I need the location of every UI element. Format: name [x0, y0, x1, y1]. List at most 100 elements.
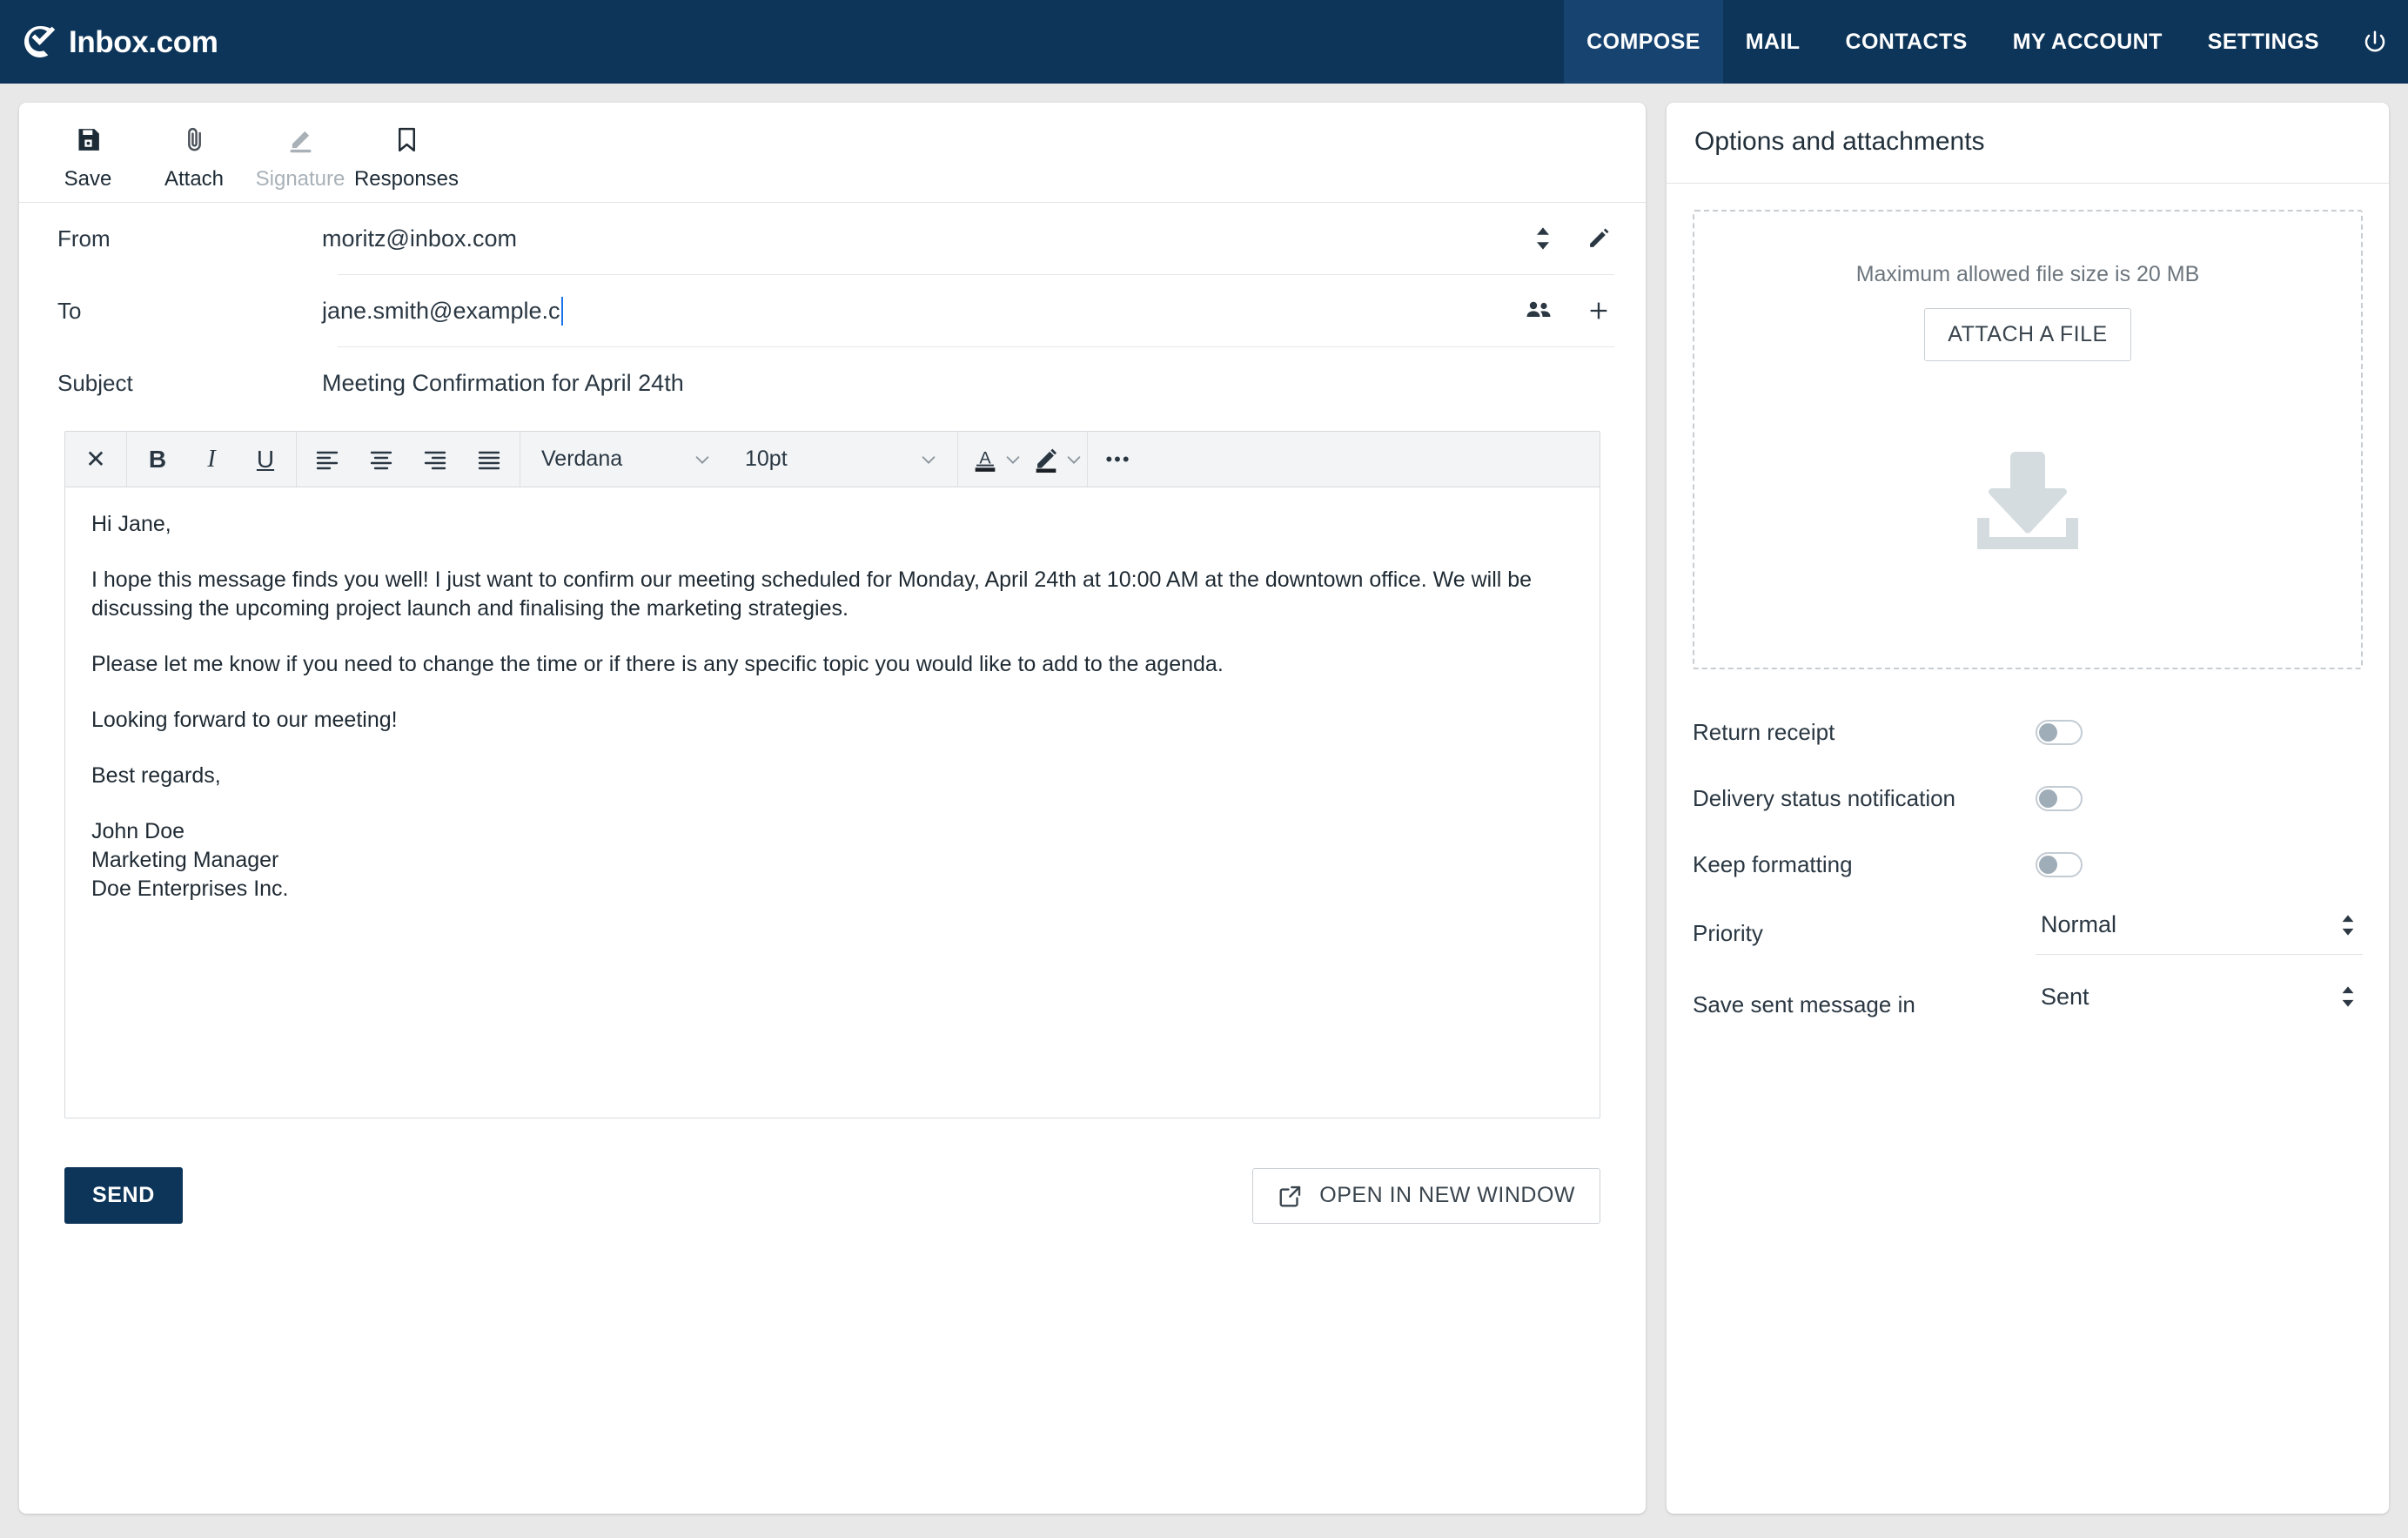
- nav-item-mail[interactable]: MAIL: [1723, 0, 1823, 84]
- to-field-wrap[interactable]: jane.smith@example.c: [322, 297, 1526, 326]
- workspace: Save Attach: [0, 84, 2408, 1538]
- save-floppy-icon: [74, 122, 103, 157]
- compose-toolbar: Save Attach: [19, 103, 1646, 203]
- align-center-icon[interactable]: [354, 433, 408, 487]
- return-receipt-label: Return receipt: [1693, 719, 2036, 746]
- download-tray-icon: [1970, 448, 2085, 557]
- keep-formatting-row: Keep formatting: [1693, 831, 2363, 897]
- text-color-button[interactable]: A: [962, 445, 1023, 474]
- contacts-people-icon[interactable]: [1526, 299, 1552, 322]
- options-title: Options and attachments: [1694, 127, 2361, 157]
- highlighter-marker-icon: [1031, 445, 1061, 474]
- paperclip-icon: [180, 122, 209, 157]
- add-recipient-plus-icon[interactable]: [1586, 299, 1611, 323]
- attachment-dropzone[interactable]: Maximum allowed file size is 20 MB ATTAC…: [1693, 210, 2363, 669]
- chevron-down-icon: [693, 450, 712, 469]
- brand-logo-area[interactable]: Inbox.com: [0, 0, 218, 84]
- options-panel: Options and attachments Maximum allowed …: [1667, 103, 2389, 1514]
- align-left-icon[interactable]: [300, 433, 354, 487]
- max-file-size-text: Maximum allowed file size is 20 MB: [1856, 262, 2200, 287]
- editor-wrapper: ✕ B I U: [19, 419, 1646, 1118]
- priority-label: Priority: [1693, 920, 2036, 947]
- save-sent-message-select[interactable]: Sent: [2036, 984, 2363, 1026]
- attach-button-label: Attach: [164, 169, 224, 190]
- priority-select[interactable]: Normal: [2036, 911, 2363, 955]
- open-in-new-window-button[interactable]: OPEN IN NEW WINDOW: [1252, 1168, 1600, 1224]
- logout-button[interactable]: [2342, 0, 2408, 84]
- signature-button-label: Signature: [256, 169, 345, 190]
- highlight-color-button[interactable]: [1023, 445, 1083, 474]
- priority-value: Normal: [2041, 911, 2116, 938]
- compose-panel: Save Attach: [19, 103, 1646, 1514]
- toggle-knob: [2039, 856, 2057, 874]
- signature-title: Marketing Manager: [91, 846, 1573, 875]
- compose-fields: From moritz@inbox.com: [19, 203, 1646, 419]
- app-window: Inbox.com COMPOSE MAIL CONTACTS MY ACCOU…: [0, 0, 2408, 1538]
- more-options-icon[interactable]: •••: [1091, 433, 1145, 487]
- fmt-group-style: B I U: [127, 432, 297, 487]
- font-color-icon: A: [970, 445, 1000, 474]
- save-button-label: Save: [64, 169, 112, 190]
- edit-identity-pencil-icon[interactable]: [1586, 226, 1611, 251]
- nav-item-my-account[interactable]: MY ACCOUNT: [1990, 0, 2185, 84]
- text-cursor: [561, 297, 563, 326]
- toggle-knob: [2039, 789, 2057, 808]
- fmt-group-align: [297, 432, 520, 487]
- keep-formatting-toggle[interactable]: [2036, 852, 2083, 877]
- return-receipt-toggle[interactable]: [2036, 720, 2083, 745]
- body-signoff: Best regards,: [91, 762, 1573, 790]
- attach-button[interactable]: Attach: [141, 122, 247, 190]
- rich-text-editor: ✕ B I U: [64, 431, 1600, 1118]
- align-justify-icon[interactable]: [462, 433, 516, 487]
- from-select-stepper-icon[interactable]: [1534, 226, 1552, 251]
- responses-button-label: Responses: [354, 169, 459, 190]
- select-stepper-icon: [2340, 914, 2356, 937]
- compose-actions: SEND OPEN IN NEW WINDOW: [19, 1118, 1646, 1224]
- options-body: Maximum allowed file size is 20 MB ATTAC…: [1667, 184, 2389, 1514]
- from-row: From moritz@inbox.com: [35, 203, 1630, 274]
- keep-formatting-label: Keep formatting: [1693, 851, 2036, 878]
- save-sent-message-label: Save sent message in: [1693, 991, 2036, 1018]
- subject-row: Subject Meeting Confirmation for April 2…: [35, 347, 1630, 419]
- check-circle-icon: [23, 24, 57, 59]
- formatting-toolbar: ✕ B I U: [65, 432, 1600, 487]
- to-label: To: [35, 298, 322, 325]
- send-button[interactable]: SEND: [64, 1167, 183, 1224]
- body-paragraph-2: Please let me know if you need to change…: [91, 650, 1573, 679]
- bold-icon[interactable]: B: [131, 433, 184, 487]
- signature-company: Doe Enterprises Inc.: [91, 875, 1573, 903]
- subject-value[interactable]: Meeting Confirmation for April 24th: [322, 370, 1630, 397]
- fmt-group-more: •••: [1088, 432, 1149, 487]
- remove-format-icon[interactable]: ✕: [69, 433, 123, 487]
- fmt-group-color: A: [958, 432, 1088, 487]
- body-paragraph-1: I hope this message finds you well! I ju…: [91, 566, 1573, 623]
- delivery-status-toggle[interactable]: [2036, 786, 2083, 811]
- from-row-icons: [1534, 226, 1630, 251]
- delivery-status-label: Delivery status notification: [1693, 785, 2036, 812]
- responses-button[interactable]: Responses: [353, 122, 459, 190]
- nav-items: COMPOSE MAIL CONTACTS MY ACCOUNT SETTING…: [1564, 0, 2342, 84]
- fmt-group-font: Verdana 10pt: [520, 432, 958, 487]
- nav-item-contacts[interactable]: CONTACTS: [1822, 0, 1989, 84]
- chevron-down-icon[interactable]: [1064, 450, 1083, 469]
- save-button[interactable]: Save: [35, 122, 141, 190]
- align-right-icon[interactable]: [408, 433, 462, 487]
- from-value[interactable]: moritz@inbox.com: [322, 225, 1534, 252]
- attach-a-file-button[interactable]: ATTACH A FILE: [1924, 308, 2130, 361]
- italic-icon[interactable]: I: [184, 433, 238, 487]
- select-stepper-icon: [2340, 985, 2356, 1008]
- options-list: Return receipt Delivery status notificat…: [1693, 669, 2363, 1040]
- underline-icon[interactable]: U: [238, 433, 292, 487]
- from-label: From: [35, 225, 322, 252]
- delivery-status-row: Delivery status notification: [1693, 765, 2363, 831]
- email-body-editable[interactable]: Hi Jane, I hope this message finds you w…: [65, 487, 1600, 1118]
- signature-name: John Doe: [91, 817, 1573, 846]
- to-row: To jane.smith@example.c: [35, 275, 1630, 346]
- save-sent-message-value: Sent: [2041, 984, 2089, 1011]
- return-receipt-row: Return receipt: [1693, 699, 2363, 765]
- nav-item-compose[interactable]: COMPOSE: [1564, 0, 1723, 84]
- font-family-select[interactable]: Verdana: [524, 433, 728, 487]
- chevron-down-icon[interactable]: [1003, 450, 1023, 469]
- nav-item-settings[interactable]: SETTINGS: [2185, 0, 2342, 84]
- font-size-select[interactable]: 10pt: [728, 433, 954, 487]
